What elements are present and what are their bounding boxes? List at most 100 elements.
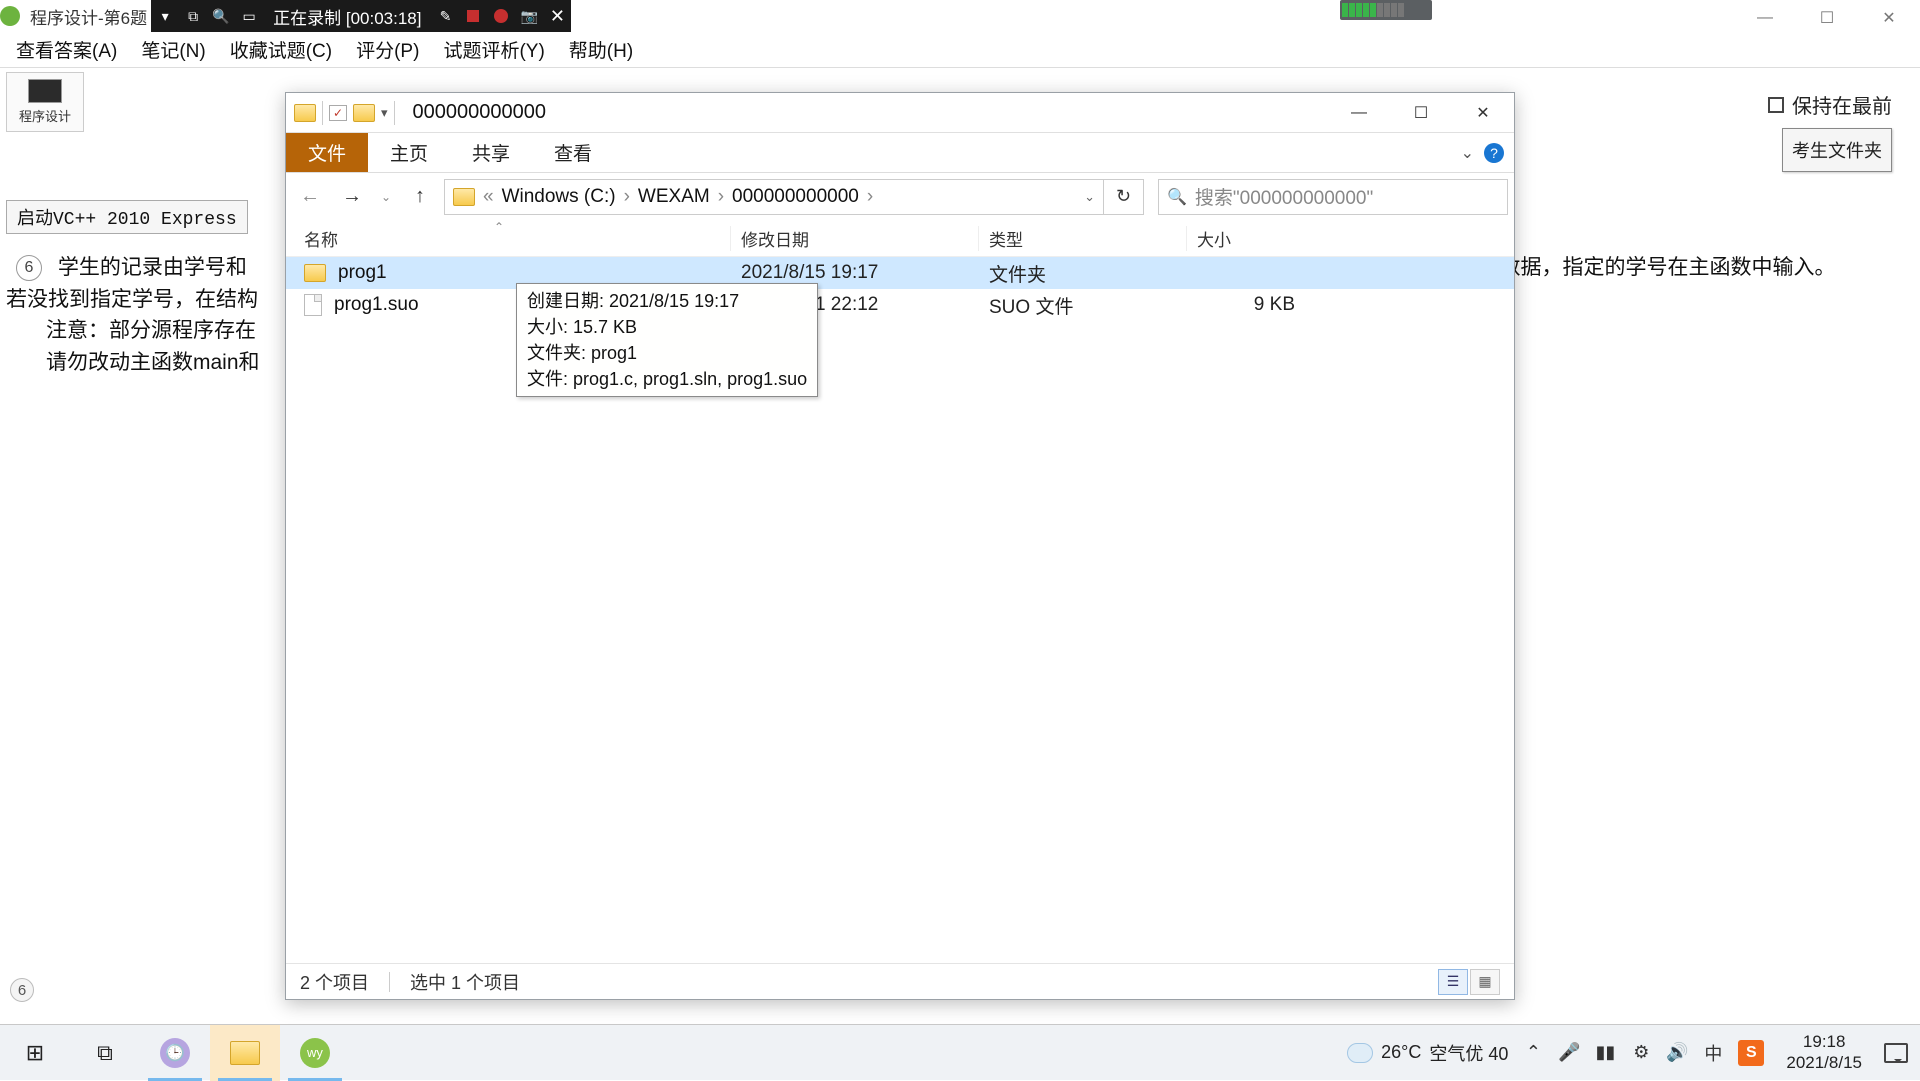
folder-icon: [294, 104, 316, 122]
program-design-label: 程序设计: [19, 106, 71, 125]
recording-status: 正在录制 [00:03:18]: [263, 4, 431, 29]
start-button[interactable]: ⊞: [0, 1025, 70, 1081]
ribbon-tab-view[interactable]: 查看: [532, 133, 614, 172]
view-details-button[interactable]: ☰: [1438, 969, 1468, 995]
launch-vc-button[interactable]: 启动VC++ 2010 Express: [6, 200, 248, 234]
sogou-ime-icon[interactable]: S: [1738, 1040, 1764, 1066]
file-type: 文件夹: [979, 260, 1187, 287]
main-maximize-button[interactable]: ☐: [1796, 4, 1858, 32]
breadcrumb-separator-icon: ›: [867, 186, 873, 208]
main-menubar: 查看答案(A) 笔记(N) 收藏试题(C) 评分(P) 试题评析(Y) 帮助(H…: [0, 32, 1920, 68]
column-header-type[interactable]: 类型: [979, 226, 1187, 251]
menu-help[interactable]: 帮助(H): [557, 30, 645, 69]
taskbar-app-wy[interactable]: wy: [280, 1025, 350, 1081]
wy-icon: wy: [300, 1038, 330, 1068]
folder-icon: [230, 1041, 260, 1065]
keep-on-top-checkbox[interactable]: [1768, 97, 1784, 113]
qat-checkbox-icon[interactable]: ✓: [329, 105, 347, 121]
terminal-icon: [28, 79, 62, 103]
nav-back-button[interactable]: ←: [292, 179, 328, 215]
qat-overflow-icon[interactable]: ▾: [381, 105, 388, 121]
volume-icon[interactable]: 🔊: [1666, 1042, 1688, 1063]
main-minimize-button[interactable]: —: [1734, 4, 1796, 32]
ribbon-collapse-icon[interactable]: ⌄: [1461, 143, 1474, 163]
divider: [389, 972, 390, 992]
wifi-icon[interactable]: ⚙: [1630, 1042, 1652, 1063]
ribbon-tab-share[interactable]: 共享: [450, 133, 532, 172]
tooltip-files: 文件: prog1.c, prog1.sln, prog1.suo: [527, 366, 807, 392]
main-close-button[interactable]: ✕: [1858, 4, 1920, 32]
view-icons-button[interactable]: ▦: [1470, 969, 1500, 995]
notification-center-icon[interactable]: [1884, 1043, 1908, 1063]
taskbar-app-explorer[interactable]: [210, 1025, 280, 1081]
address-bar[interactable]: « Windows (C:) › WEXAM › 000000000000 › …: [444, 179, 1104, 215]
file-icon: [304, 294, 322, 316]
rec-select-icon[interactable]: ▭: [235, 0, 263, 32]
keep-on-top-toggle[interactable]: 保持在最前: [1768, 90, 1892, 119]
ribbon-tab-home[interactable]: 主页: [368, 133, 450, 172]
address-dropdown-icon[interactable]: ⌄: [1084, 189, 1095, 205]
ime-icon[interactable]: 中: [1702, 1040, 1724, 1066]
tray-overflow-icon[interactable]: ⌃: [1522, 1042, 1544, 1063]
column-header-date[interactable]: 修改日期: [731, 226, 979, 251]
nav-up-button[interactable]: ↑: [402, 179, 438, 215]
explorer-search-input[interactable]: 🔍 搜索"000000000000": [1158, 179, 1508, 215]
taskbar-date: 2021/8/15: [1786, 1053, 1862, 1073]
sort-indicator-icon: ⌃: [494, 221, 504, 234]
side-question-number[interactable]: 6: [10, 978, 34, 1002]
file-type: SUO 文件: [979, 292, 1187, 319]
breadcrumb-part-0[interactable]: Windows (C:): [502, 186, 616, 208]
refresh-button[interactable]: ↻: [1104, 179, 1144, 215]
address-folder-icon: [453, 188, 475, 206]
explorer-navbar: ← → ⌄ ↑ « Windows (C:) › WEXAM › 0000000…: [286, 173, 1514, 221]
student-folder-button[interactable]: 考生文件夹: [1782, 128, 1892, 172]
rec-camera-icon[interactable]: 📷: [515, 0, 543, 32]
file-row[interactable]: prog1.suo 2017/4/21 22:12 SUO 文件 9 KB: [286, 289, 1514, 321]
rec-multiwin-icon[interactable]: ⧉: [179, 0, 207, 32]
help-icon[interactable]: ?: [1484, 143, 1504, 163]
menu-view-answer[interactable]: 查看答案(A): [4, 30, 129, 69]
menu-analysis[interactable]: 试题评析(Y): [431, 30, 556, 69]
rec-dropdown-icon[interactable]: ▾: [151, 0, 179, 32]
explorer-ribbon: 文件 主页 共享 查看 ⌄ ?: [286, 133, 1514, 173]
breadcrumb-prefix: «: [483, 186, 494, 208]
menu-score[interactable]: 评分(P): [344, 30, 431, 69]
menu-notes[interactable]: 笔记(N): [129, 30, 217, 69]
file-name: prog1: [338, 262, 387, 284]
taskbar-time: 19:18: [1803, 1032, 1846, 1052]
battery-icon[interactable]: ▮▮: [1594, 1042, 1616, 1063]
nav-forward-button[interactable]: →: [334, 179, 370, 215]
explorer-minimize-button[interactable]: —: [1328, 93, 1390, 133]
breadcrumb-part-2[interactable]: 000000000000: [732, 186, 859, 208]
question-line1-left: 学生的记录由学号和: [58, 256, 247, 279]
file-name: prog1.suo: [334, 294, 419, 316]
rec-search-icon[interactable]: 🔍: [207, 0, 235, 32]
column-header-name[interactable]: 名称 ⌃: [286, 226, 731, 251]
weather-text: 空气优 40: [1429, 1040, 1508, 1066]
program-design-tile[interactable]: 程序设计: [6, 72, 84, 132]
taskbar-clock[interactable]: 19:18 2021/8/15: [1778, 1032, 1870, 1073]
ribbon-tab-file[interactable]: 文件: [286, 133, 368, 172]
taskview-button[interactable]: ⧉: [70, 1025, 140, 1081]
explorer-close-button[interactable]: ✕: [1452, 93, 1514, 133]
nav-history-dropdown[interactable]: ⌄: [376, 179, 396, 215]
weather-widget[interactable]: 26°C 空气优 40: [1347, 1040, 1508, 1066]
rec-close-icon[interactable]: ✕: [543, 0, 571, 32]
audio-level-indicator: [1340, 0, 1432, 20]
file-list: 名称 ⌃ 修改日期 类型 大小 prog1 2021/8/15 19:17 文件…: [286, 221, 1514, 963]
explorer-statusbar: 2 个项目 选中 1 个项目 ☰ ▦: [286, 963, 1514, 999]
taskbar-app-clock[interactable]: 🕒: [140, 1025, 210, 1081]
rec-record-circle-icon[interactable]: [487, 0, 515, 32]
menu-favorite[interactable]: 收藏试题(C): [218, 30, 344, 69]
column-header-size[interactable]: 大小: [1187, 226, 1307, 251]
qat-folder-icon[interactable]: [353, 104, 375, 122]
file-row[interactable]: prog1 2021/8/15 19:17 文件夹: [286, 257, 1514, 289]
main-window-controls: — ☐ ✕: [1734, 4, 1920, 32]
breadcrumb-separator-icon: ›: [718, 186, 724, 208]
rec-pencil-icon[interactable]: ✎: [431, 0, 459, 32]
rec-stop-square-icon[interactable]: [459, 0, 487, 32]
explorer-maximize-button[interactable]: ☐: [1390, 93, 1452, 133]
microphone-icon[interactable]: 🎤: [1558, 1042, 1580, 1063]
breadcrumb-part-1[interactable]: WEXAM: [638, 186, 710, 208]
taskbar: ⊞ ⧉ 🕒 wy 26°C 空气优 40 ⌃ 🎤 ▮▮ ⚙ 🔊 中 S 19:1…: [0, 1024, 1920, 1080]
